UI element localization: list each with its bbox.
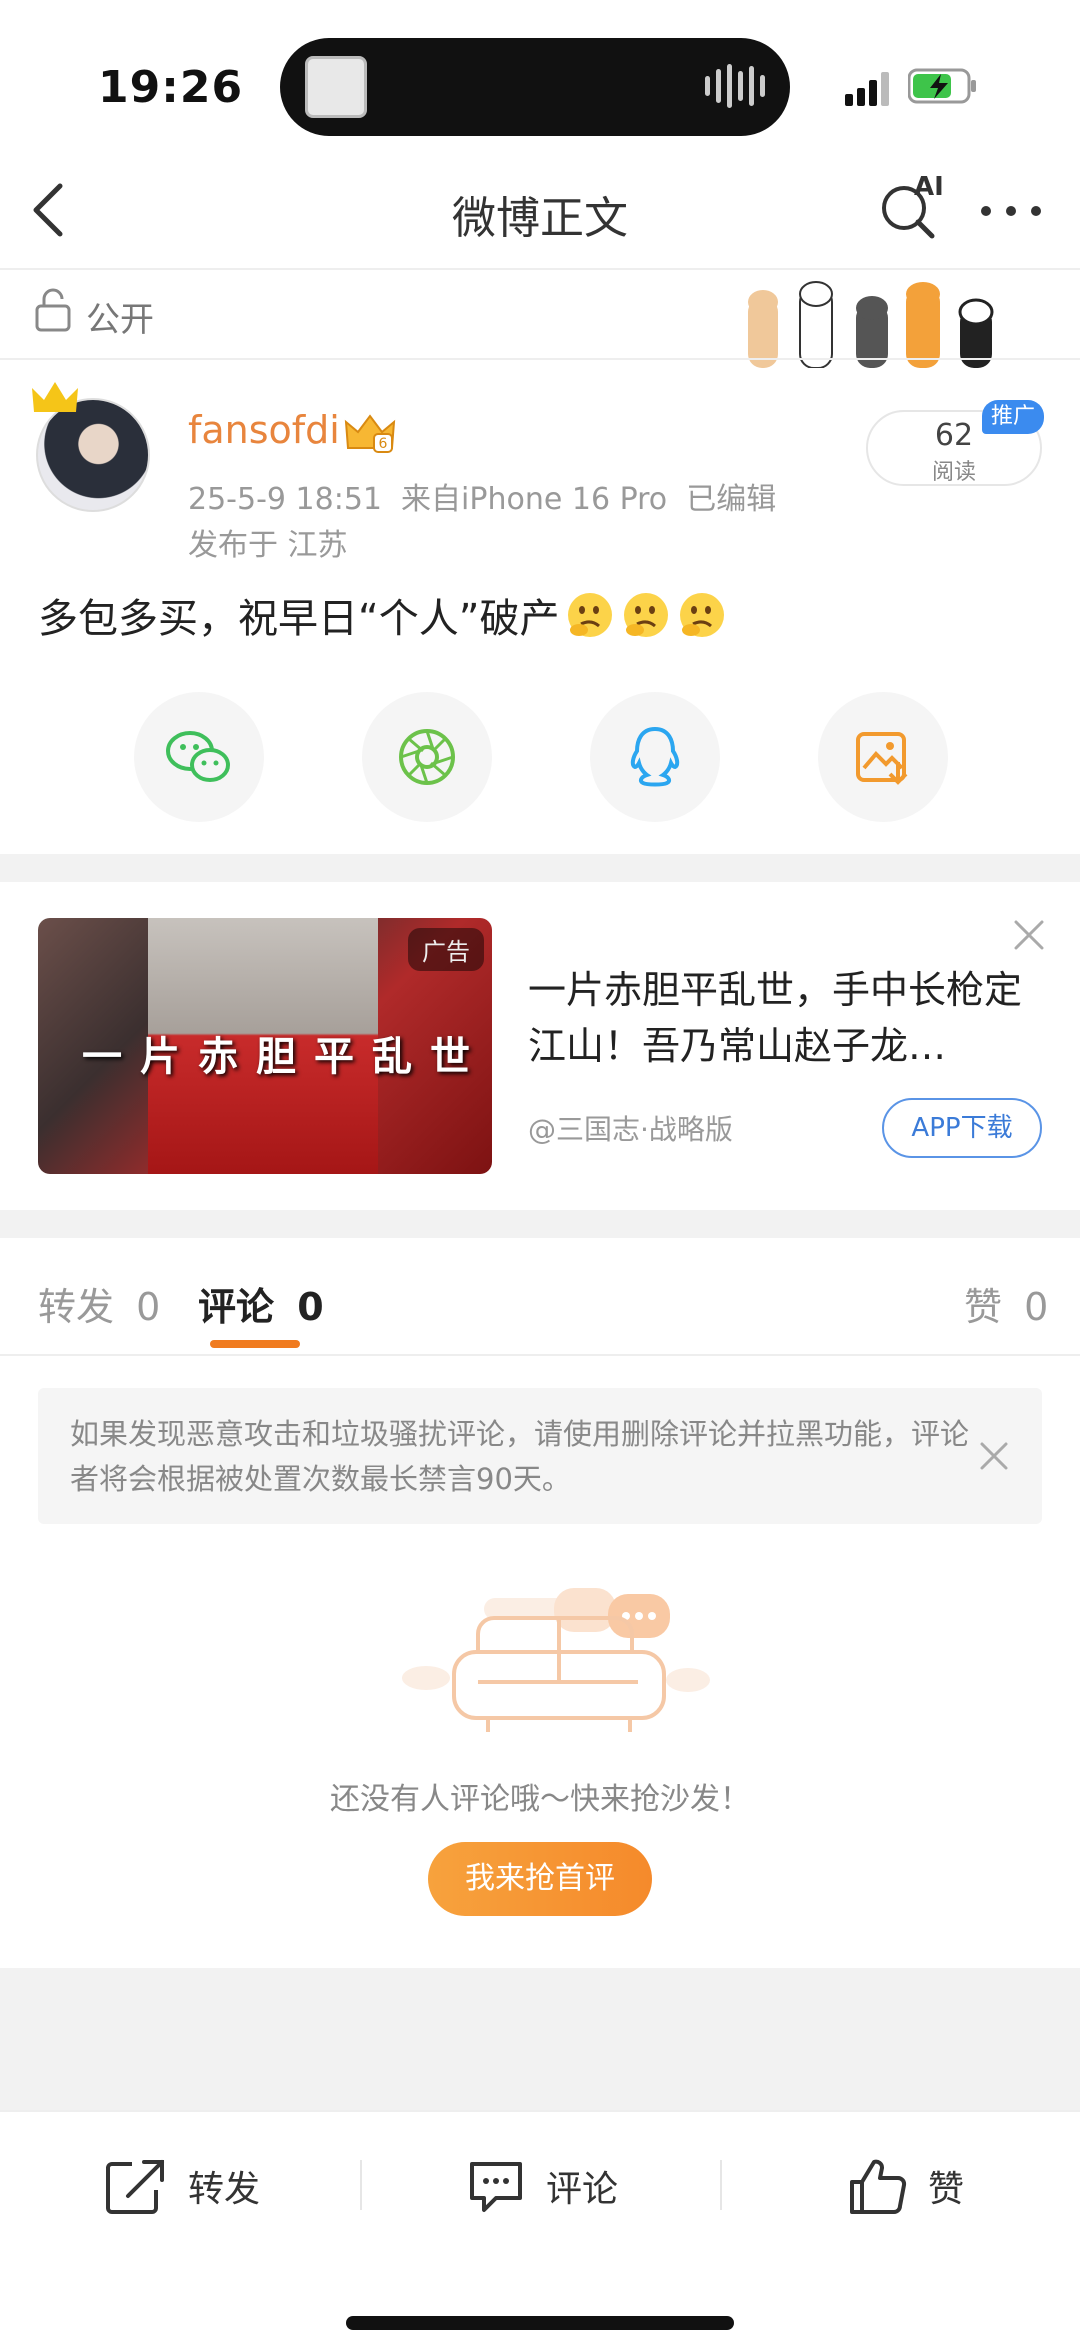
ad-image[interactable]: 一片赤胆平乱世 广告 <box>38 918 492 1174</box>
status-time: 19:26 <box>98 62 244 113</box>
battery-charging-icon <box>908 68 976 104</box>
app-download-button[interactable]: APP下载 <box>882 1098 1042 1158</box>
tab-comment-count: 0 <box>297 1285 324 1329</box>
section-gap <box>0 854 1080 882</box>
moments-icon <box>399 729 455 785</box>
save-image-button[interactable] <box>818 692 948 822</box>
tab-repost[interactable]: 转发 0 <box>38 1276 160 1331</box>
tab-like-count: 0 <box>1024 1285 1049 1329</box>
tabs-divider <box>0 1354 1080 1356</box>
ad-title[interactable]: 一片赤胆平乱世，手中长枪定江山！吾乃常山赵子龙… <box>528 962 1038 1074</box>
bottom-separator <box>360 2160 362 2210</box>
tab-repost-count: 0 <box>136 1285 161 1329</box>
cat-paws-decoration-icon <box>748 281 994 368</box>
audio-waveform-icon <box>705 62 765 110</box>
thinking-face-emoji-icon <box>680 593 725 637</box>
empty-comments-text: 还没有人评论哦～快来抢沙发！ <box>330 1782 750 1817</box>
thumbs-up-icon <box>850 2159 907 2214</box>
tab-comment-label: 评论 <box>198 1285 275 1329</box>
visibility-divider <box>0 358 1080 360</box>
bottom-separator <box>720 2160 722 2210</box>
notice-text: 如果发现恶意攻击和垃圾骚扰评论，请使用删除评论并拉黑功能，评论者将会根据被处置次… <box>70 1417 970 1496</box>
crown-icon <box>32 382 78 412</box>
active-tab-indicator <box>210 1340 300 1348</box>
share-moments-button[interactable] <box>362 692 492 822</box>
share-qq-button[interactable] <box>590 692 720 822</box>
post-location: 发布于 江苏 <box>188 528 348 563</box>
wechat-icon <box>166 731 230 782</box>
ad-overlay-text: 一片赤胆平乱世 <box>82 1033 488 1080</box>
comment-notice: 如果发现恶意攻击和垃圾骚扰评论，请使用删除评论并拉黑功能，评论者将会根据被处置次… <box>38 1388 1042 1524</box>
tab-like-label: 赞 <box>964 1285 1003 1329</box>
section-gap <box>0 1210 1080 1238</box>
first-comment-button[interactable]: 我来抢首评 <box>428 1842 652 1916</box>
notice-close-icon[interactable] <box>978 1440 1010 1472</box>
ad-source[interactable]: @三国志·战略版 <box>528 1108 733 1148</box>
svg-text:6: 6 <box>379 436 388 452</box>
post-content: 多包多买，祝早日“个人”破产 <box>38 586 727 644</box>
comment-button[interactable]: 评论 <box>466 2152 618 2220</box>
promote-badge[interactable]: 推广 <box>982 400 1044 434</box>
comment-label: 评论 <box>546 2169 619 2210</box>
share-wechat-button[interactable] <box>134 692 264 822</box>
ai-search-button[interactable]: AI <box>876 172 946 242</box>
ad-close-icon[interactable] <box>1012 918 1046 952</box>
unlock-icon <box>35 288 71 332</box>
like-label: 赞 <box>928 2169 965 2210</box>
more-options-icon[interactable] <box>980 205 1042 217</box>
author-name[interactable]: fansofdi <box>188 408 340 452</box>
empty-sofa-illustration-icon <box>402 1588 710 1732</box>
thinking-face-emoji-icon <box>624 593 669 637</box>
repost-icon <box>106 2160 164 2214</box>
post-text: 多包多买，祝早日“个人”破产 <box>38 596 560 642</box>
tab-like[interactable]: 赞 0 <box>964 1276 1048 1331</box>
post-meta: 25-5-9 18:51 来自iPhone 16 Pro 已编辑 <box>188 482 777 517</box>
ai-label: AI <box>914 172 944 202</box>
visibility-label[interactable]: 公开 <box>86 292 154 341</box>
save-image-icon <box>856 732 908 785</box>
comment-icon <box>470 2162 522 2212</box>
home-indicator <box>346 2316 734 2330</box>
repost-button[interactable]: 转发 <box>104 2152 260 2220</box>
tab-repost-label: 转发 <box>38 1285 115 1329</box>
like-button[interactable]: 赞 <box>848 2152 964 2220</box>
vip-crown-badge-icon[interactable]: 6 <box>344 412 396 456</box>
tab-comment[interactable]: 评论 0 <box>198 1276 324 1331</box>
cellular-signal-icon <box>845 72 889 106</box>
bottom-gap <box>0 1968 1080 2110</box>
read-label: 阅读 <box>931 460 976 485</box>
thinking-face-emoji-icon <box>568 593 613 637</box>
repost-label: 转发 <box>188 2169 261 2210</box>
now-playing-artwork <box>305 56 367 118</box>
ad-tag: 广告 <box>408 928 484 971</box>
qq-icon <box>630 726 680 787</box>
